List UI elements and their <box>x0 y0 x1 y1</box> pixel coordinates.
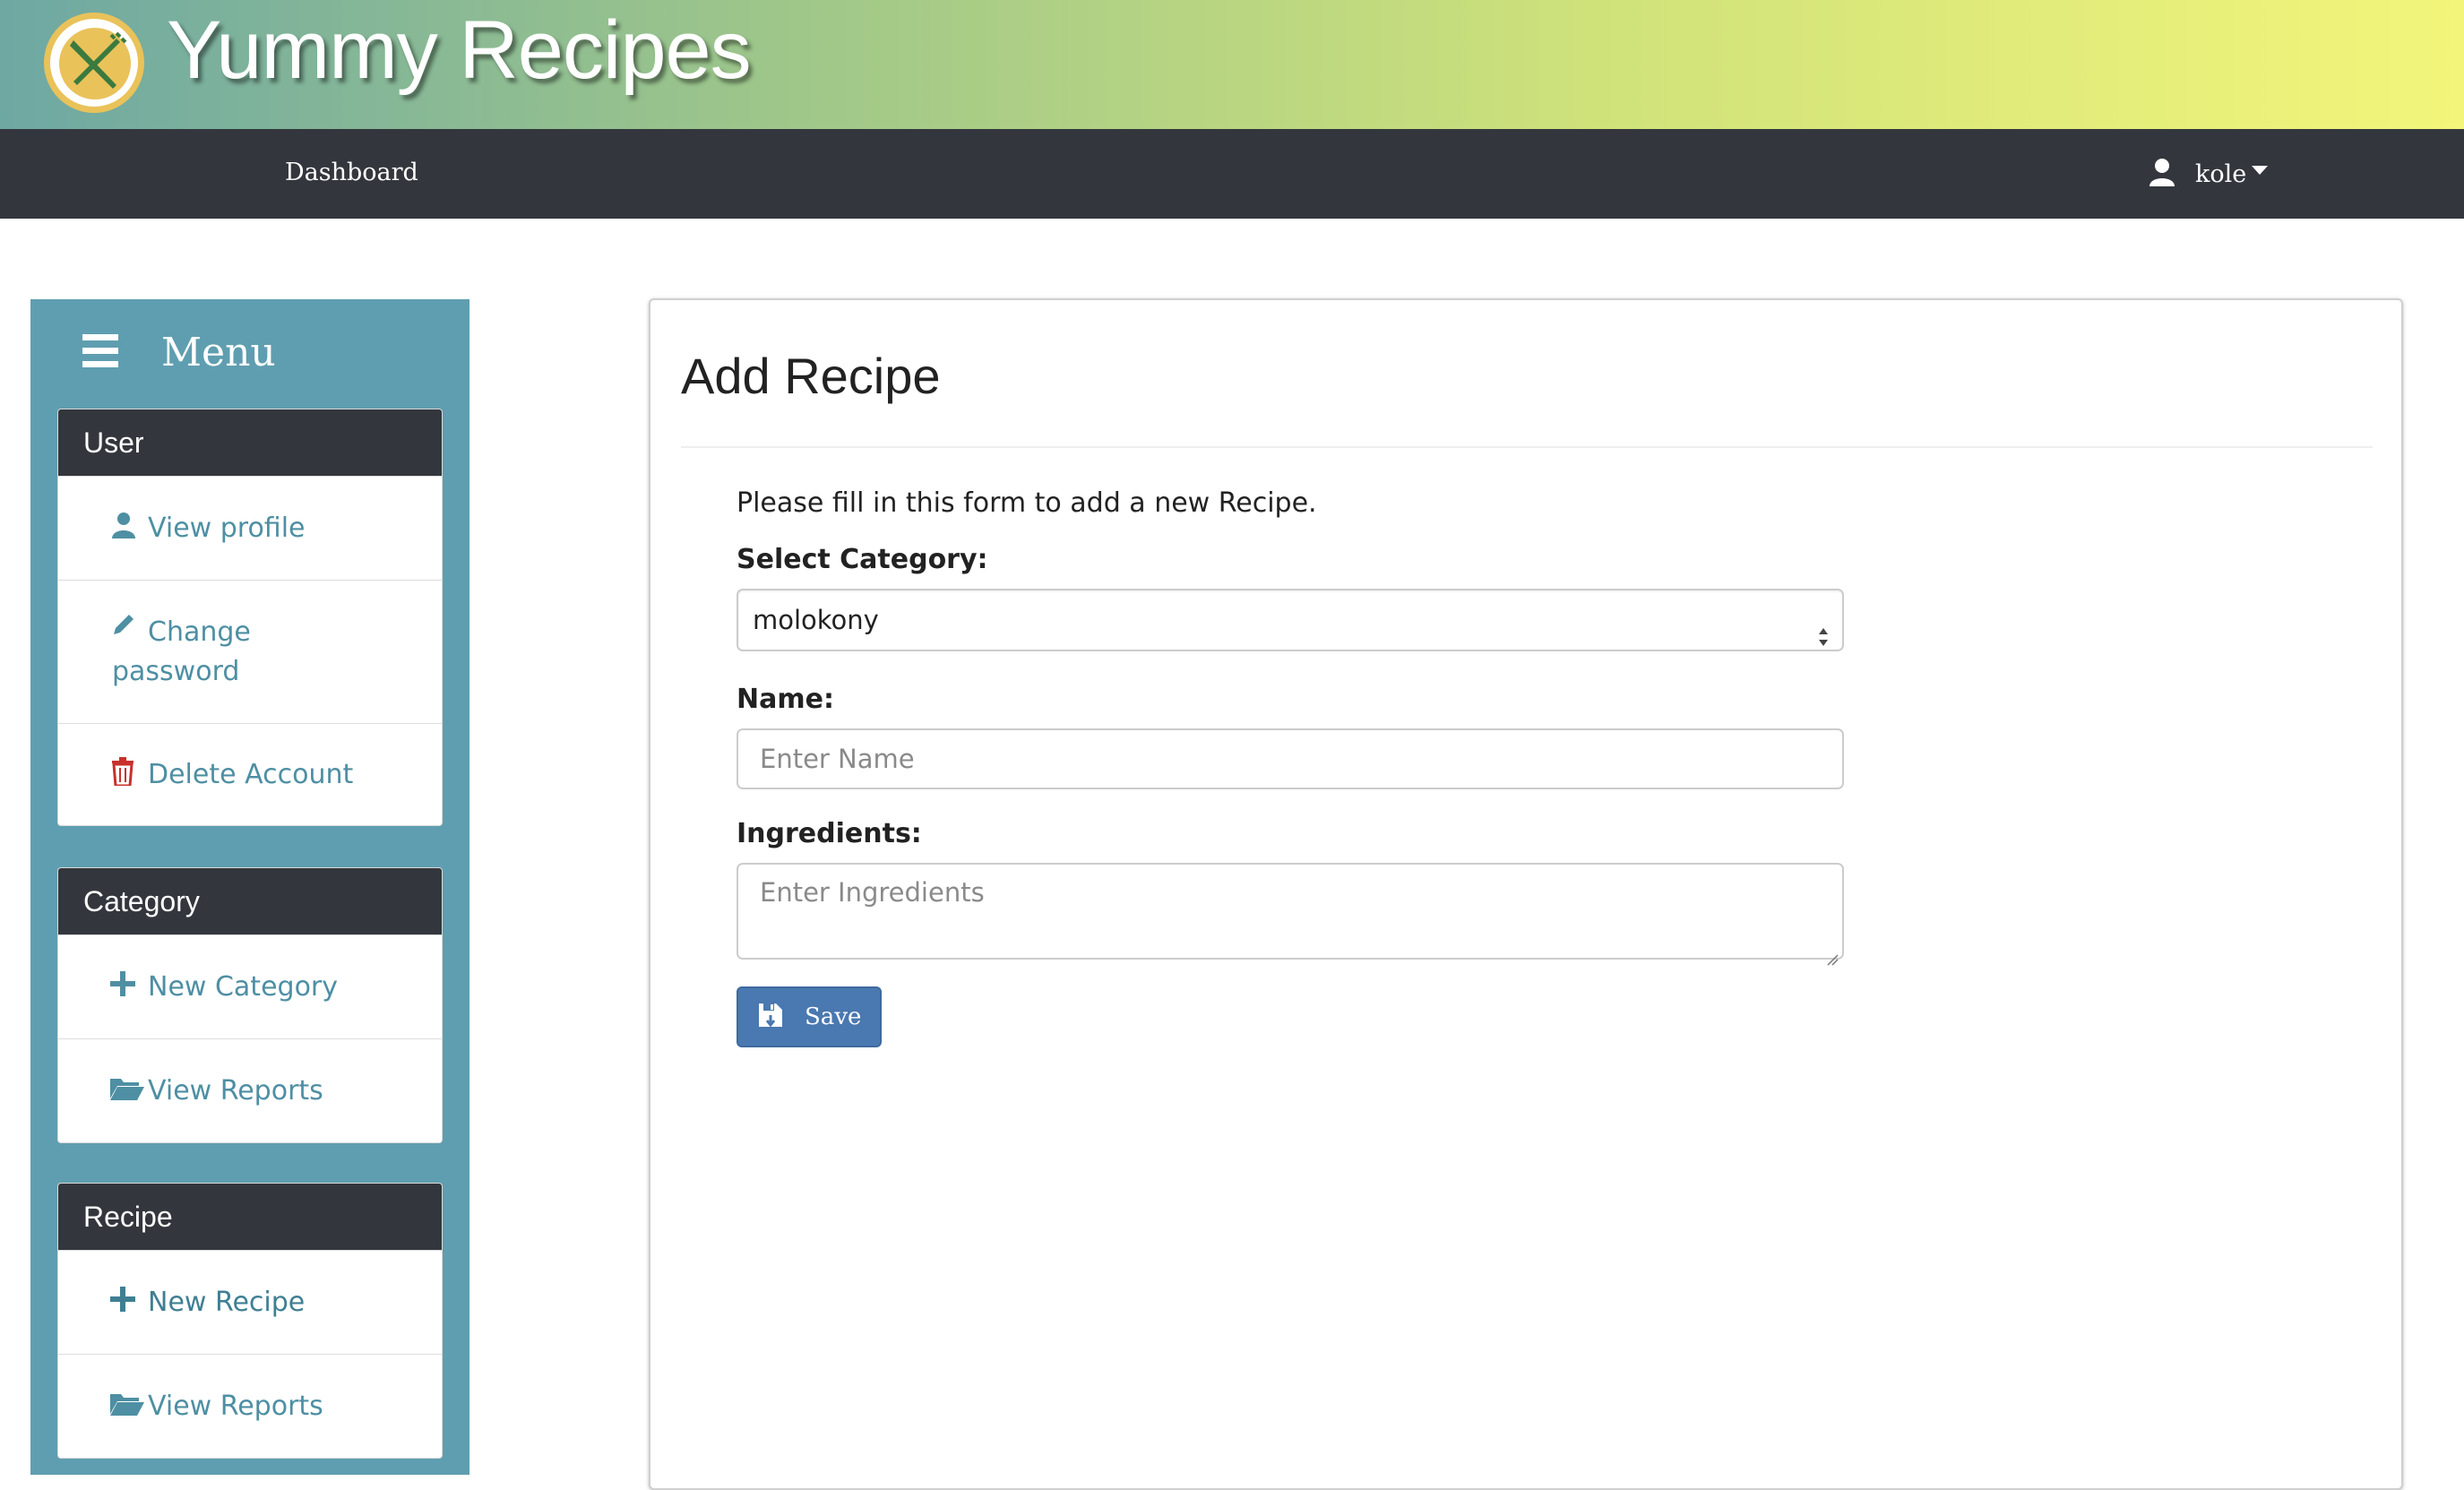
pencil-icon <box>110 611 137 645</box>
sidebar-item-view-profile[interactable]: View profile <box>58 476 442 580</box>
ingredients-label: Ingredients: <box>737 818 922 849</box>
folder-open-icon <box>110 1391 144 1423</box>
panel-heading: Recipe <box>58 1184 442 1250</box>
sidebar-item-delete-account[interactable]: Delete Account <box>58 723 442 825</box>
header-banner: Yummy Recipes <box>0 0 2464 129</box>
sidebar-item-label: View Reports <box>148 1074 323 1107</box>
hamburger-icon <box>82 332 118 374</box>
save-button-label: Save <box>805 1003 862 1030</box>
folder-open-icon <box>110 1075 144 1107</box>
resize-grip-icon[interactable] <box>1826 942 1839 966</box>
top-navbar: Dashboard kole <box>0 129 2464 219</box>
user-dropdown[interactable]: kole <box>2149 156 2269 192</box>
menu-header[interactable]: Menu <box>82 330 276 375</box>
sidebar-item-label: Delete Account <box>148 758 354 790</box>
add-recipe-card: Add Recipe Please fill in this form to a… <box>649 298 2403 1490</box>
plus-icon <box>110 970 135 1003</box>
sidebar-item-label: New Category <box>148 970 339 1003</box>
save-button[interactable]: Save <box>737 986 882 1047</box>
chevron-down-icon <box>2252 166 2269 175</box>
recipe-panel: Recipe New Recipe View Reports <box>57 1183 443 1459</box>
user-icon <box>2149 158 2175 190</box>
category-select-value: molokony <box>753 605 879 635</box>
trash-icon <box>110 756 135 793</box>
sidebar-item-view-reports[interactable]: View Reports <box>58 1038 442 1142</box>
sidebar-item-label: New Recipe <box>148 1286 306 1318</box>
fork-knife-icon <box>44 13 144 113</box>
page-title: Add Recipe <box>681 348 941 404</box>
divider <box>681 446 2373 448</box>
sidebar-item-new-category[interactable]: New Category <box>58 934 442 1038</box>
sidebar-item-new-recipe[interactable]: New Recipe <box>58 1250 442 1354</box>
save-icon <box>758 1003 783 1031</box>
ingredients-textarea[interactable]: Enter Ingredients <box>737 863 1844 966</box>
category-select[interactable]: molokony <box>737 589 1844 651</box>
ingredients-placeholder: Enter Ingredients <box>760 877 985 908</box>
select-arrows-icon <box>1817 610 1830 646</box>
plus-icon <box>110 1286 135 1319</box>
sidebar-item-label: View profile <box>148 512 306 544</box>
brand-title[interactable]: Yummy Recipes <box>167 4 752 98</box>
name-label: Name: <box>737 684 834 715</box>
menu-label: Menu <box>161 330 276 375</box>
name-input[interactable]: Enter Name <box>737 728 1844 789</box>
sidebar-item-change-password[interactable]: Change password <box>58 580 442 723</box>
sidebar-item-label: View Reports <box>148 1390 323 1422</box>
name-input-placeholder: Enter Name <box>760 744 915 774</box>
user-icon <box>110 512 137 546</box>
user-panel: User View profile Change password Delete… <box>57 409 443 826</box>
panel-heading: Category <box>58 868 442 934</box>
form-intro: Please fill in this form to add a new Re… <box>737 487 1317 519</box>
nav-dashboard-link[interactable]: Dashboard <box>285 159 418 186</box>
category-label: Select Category: <box>737 544 988 575</box>
sidebar: Menu User View profile Change password D… <box>30 299 470 1475</box>
username-label: kole <box>2195 159 2247 188</box>
panel-heading: User <box>58 409 442 476</box>
category-panel: Category New Category View Reports <box>57 867 443 1143</box>
sidebar-item-label: Change password <box>112 616 251 687</box>
sidebar-item-view-reports[interactable]: View Reports <box>58 1354 442 1458</box>
